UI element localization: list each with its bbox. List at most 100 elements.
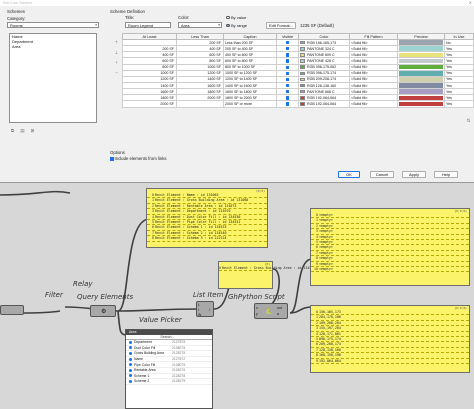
query-elements-node[interactable]: ⚙: [90, 305, 116, 317]
panel-path: {0;0;0}: [454, 209, 467, 213]
port-out[interactable]: out: [277, 306, 282, 310]
port-a[interactable]: a: [277, 312, 279, 316]
preview-swatch: [399, 65, 443, 70]
panel-row-value: 168,158,196: [319, 353, 341, 358]
help-button[interactable]: Help: [434, 171, 458, 178]
output-panel-selected-element[interactable]: {0} 0 Revit Element : Gross Building Area…: [218, 261, 315, 289]
move-up-icon[interactable]: ⇡: [114, 40, 119, 45]
item-name: Gross Building Area: [134, 351, 164, 356]
port-i[interactable]: i: [198, 308, 199, 312]
panel-row-index: 1: [152, 198, 154, 203]
panel-row-index: 10: [314, 267, 318, 271]
panel-row-value: <empty>: [319, 240, 333, 245]
panel-row: 0 Revit Element : Gross Building Area : i…: [219, 266, 315, 272]
edit-format-button[interactable]: Edit Format...: [266, 22, 296, 29]
cell-at-least[interactable]: 2000 SF: [122, 100, 177, 108]
list-item-node[interactable]: L i W i: [196, 301, 214, 317]
panel-row-index: 9: [316, 261, 318, 266]
table-row[interactable]: 2000 SF 2000 SF or more RGB 192-064-064 <So…: [122, 100, 474, 108]
title-label: Title:: [125, 15, 135, 20]
list-item-label: List Item: [193, 291, 224, 299]
category-dropdown[interactable]: Rooms ▾: [7, 22, 99, 28]
cell-visible[interactable]: [276, 100, 299, 108]
panel-row-value: <empty>: [319, 234, 333, 239]
port-w[interactable]: W: [198, 313, 201, 317]
panel-row-index: 7: [316, 347, 318, 352]
move-down-icon[interactable]: ⇣: [114, 50, 119, 55]
color-value: Area: [181, 23, 190, 28]
panel-row-value: <empty>: [319, 250, 333, 255]
cell-color[interactable]: RGB 192-064-064: [298, 100, 350, 108]
checkbox-checked-icon: [285, 53, 290, 57]
preview-swatch: [399, 95, 443, 100]
grasshopper-canvas[interactable]: {0;0} 0 Revit Element : Name : id 131065 1…: [0, 183, 474, 409]
port-x[interactable]: x: [256, 306, 258, 310]
item-name: Pipe Color Fill: [134, 362, 156, 367]
checkbox-checked-icon: [285, 90, 290, 94]
rename-scheme-icon[interactable]: ▤: [20, 128, 25, 133]
panel-row-value: Revit Element : Pipe Color Fill : id 134…: [155, 220, 241, 225]
panel-row-value: <empty>: [319, 213, 333, 218]
parameter-icon: [129, 357, 132, 361]
output-panel-colors[interactable]: {0;0;0} 0 156,165,173 1 204,170,100 2 109,208…: [310, 305, 470, 373]
panel-row-value: Revit Element : Dust Color Fill : id 134…: [155, 214, 241, 219]
query-elements-label: Query Elements: [77, 293, 134, 301]
panel-row-index: 2: [316, 223, 318, 228]
value-picker[interactable]: Area Search... Department 2127875 Duct Col…: [125, 329, 213, 409]
filter-node[interactable]: [0, 305, 24, 315]
color-swatch: [300, 47, 305, 51]
query-icon: ⚙: [101, 309, 107, 315]
value-picker-search[interactable]: Search...: [126, 335, 212, 340]
chevron-down-icon: ▾: [218, 23, 220, 27]
cell-less-than[interactable]: [176, 100, 224, 108]
duplicate-scheme-icon[interactable]: ⧉: [10, 128, 15, 133]
close-icon[interactable]: ✕: [469, 0, 472, 6]
panel-row-index: 0: [316, 310, 318, 315]
remove-row-icon[interactable]: −: [114, 70, 119, 75]
delete-scheme-icon[interactable]: ⊠: [30, 128, 35, 133]
cell-caption[interactable]: 2000 SF or more: [223, 100, 277, 108]
panel-row-value: Revit Element : Rentable Area : id 13107…: [155, 203, 237, 208]
preview-swatch: [399, 71, 443, 76]
by-value-radio[interactable]: By value: [226, 15, 246, 20]
color-text: RGB 192-064-064: [307, 95, 337, 100]
panel-row-value: 109,208,204: [319, 320, 341, 325]
parameter-icon: [129, 374, 132, 378]
checkbox-checked-icon: [110, 157, 114, 161]
item-id: 2138079: [172, 362, 186, 367]
ok-button[interactable]: OK: [338, 171, 360, 178]
color-text: RGB 209-208-174: [307, 77, 337, 82]
apply-button[interactable]: Apply: [402, 171, 426, 178]
panel-row-index: 6: [316, 245, 318, 250]
schemes-list[interactable]: Name Department Area: [9, 33, 97, 123]
include-links-checkbox[interactable]: Include elements from links: [110, 156, 167, 161]
title-input[interactable]: Room Legend: [125, 22, 171, 28]
options-group: Options Include elements from links: [110, 150, 167, 161]
radio-icon: [226, 15, 230, 20]
chevron-down-icon: ▾: [95, 23, 97, 27]
checkbox-checked-icon: [285, 65, 290, 69]
panel-row-index: 2: [316, 320, 318, 325]
cancel-button[interactable]: Cancel: [370, 171, 394, 178]
panel-row-index: 4: [152, 214, 154, 219]
output-panel-elements[interactable]: {0;0} 0 Revit Element : Name : id 131065 1…: [146, 188, 268, 248]
scheme-item-area[interactable]: Area: [10, 44, 96, 49]
value-picker-item[interactable]: Scheme 2 2128279: [126, 379, 212, 385]
sort-icon[interactable]: ⇅: [466, 118, 471, 123]
cell-fill-pattern[interactable]: <Solid fill>: [349, 100, 398, 108]
output-panel-empty[interactable]: {0;0;0} 0 <empty> 1 <empty> 2 <empty> 3 <empty>…: [310, 208, 470, 286]
add-row-icon[interactable]: +: [114, 60, 119, 65]
ghpython-node[interactable]: x y 🐍 out a: [254, 303, 288, 319]
panel-row: 10 <empty>: [311, 267, 469, 273]
edit-color-scheme-dialog: Edit Color Scheme ✕ Schemes Category: Ro…: [0, 0, 474, 183]
item-id: 2128278: [172, 373, 186, 378]
port-i-out[interactable]: i: [209, 308, 210, 312]
port-y[interactable]: y: [256, 312, 258, 316]
by-range-radio[interactable]: By range: [226, 23, 247, 28]
color-dropdown[interactable]: Area ▾: [178, 22, 222, 28]
port-l[interactable]: L: [198, 303, 200, 307]
color-swatch: [300, 59, 305, 63]
filter-label: Filter: [45, 291, 63, 299]
wire: [0, 190, 71, 196]
color-swatch: [300, 77, 305, 82]
